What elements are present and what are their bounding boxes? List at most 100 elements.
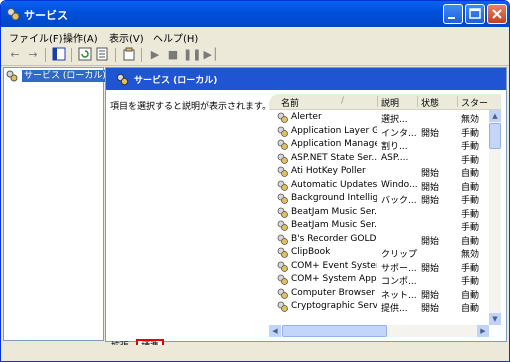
service-status: 開始 bbox=[421, 236, 440, 247]
service-name: Background Intellig... bbox=[291, 193, 377, 203]
service-status: 開始 bbox=[421, 290, 440, 301]
console-tree: サービス (ローカル) bbox=[3, 67, 108, 341]
pause-icon[interactable]: ❚❚ bbox=[183, 47, 201, 63]
service-gear-icon bbox=[277, 288, 288, 299]
scroll-right-icon[interactable]: ▶ bbox=[477, 325, 489, 337]
vertical-scrollbar[interactable]: ▲ ▼ bbox=[489, 110, 501, 325]
service-gear-icon bbox=[277, 180, 288, 191]
service-status: 開始 bbox=[421, 182, 440, 193]
export-list-icon[interactable] bbox=[95, 47, 111, 63]
table-row[interactable]: Ati HotKey Poller 開始 自動 bbox=[269, 165, 501, 179]
service-startup: 手動 bbox=[461, 277, 480, 287]
service-description: 提供... bbox=[381, 304, 408, 314]
table-row[interactable]: Automatic Updates Windo... 開始 自動 bbox=[269, 179, 501, 193]
stop-icon[interactable]: ■ bbox=[165, 47, 181, 63]
service-status: 開始 bbox=[421, 263, 440, 274]
restart-icon[interactable]: ▶│ bbox=[203, 47, 219, 63]
scroll-left-icon[interactable]: ◀ bbox=[269, 325, 281, 337]
forward-arrow-icon[interactable]: → bbox=[25, 47, 41, 63]
services-window: サービス ファイル(F) 操作(A) 表示(V) ヘルプ(H) ← → ▶ ■ … bbox=[0, 0, 510, 362]
service-startup: 無効 bbox=[461, 250, 480, 260]
table-row[interactable]: COM+ Event System サポー... 開始 手動 bbox=[269, 260, 501, 274]
properties-icon[interactable] bbox=[121, 47, 137, 63]
service-startup: 自動 bbox=[461, 290, 480, 301]
service-description: コンポ... bbox=[381, 277, 417, 287]
table-row[interactable]: Cryptographic Servi... 提供... 開始 自動 bbox=[269, 300, 501, 314]
start-icon[interactable]: ▶ bbox=[147, 47, 163, 63]
service-gear-icon bbox=[277, 234, 288, 245]
service-gear-icon bbox=[277, 301, 288, 312]
service-gear-icon bbox=[277, 139, 288, 150]
service-startup: 手動 bbox=[461, 128, 480, 139]
service-startup: 手動 bbox=[461, 263, 480, 274]
menu-file[interactable]: ファイル(F) bbox=[9, 30, 63, 45]
hscroll-thumb[interactable] bbox=[282, 325, 387, 337]
scroll-thumb[interactable] bbox=[489, 123, 501, 149]
table-row[interactable]: Application Layer G... インタ... 開始 手動 bbox=[269, 125, 501, 139]
service-startup: 手動 bbox=[461, 196, 480, 206]
close-icon bbox=[492, 9, 502, 19]
scroll-down-icon[interactable]: ▼ bbox=[489, 313, 501, 325]
menu-bar: ファイル(F) 操作(A) 表示(V) ヘルプ(H) bbox=[1, 27, 509, 45]
menu-action[interactable]: 操作(A) bbox=[63, 30, 98, 45]
service-description: クリップ... bbox=[381, 250, 417, 260]
service-name: ASP.NET State Ser... bbox=[291, 152, 377, 163]
service-status: 開始 bbox=[421, 169, 440, 179]
service-startup: 手動 bbox=[461, 142, 480, 152]
service-name: BeatJam Music Ser... bbox=[291, 206, 377, 217]
menu-help[interactable]: ヘルプ(H) bbox=[153, 30, 198, 45]
services-gear-icon bbox=[6, 70, 18, 82]
table-row[interactable]: COM+ System Appl... コンポ... 手動 bbox=[269, 273, 501, 287]
column-description[interactable]: 説明 bbox=[381, 96, 399, 109]
table-row[interactable]: BeatJam Music Ser... 手動 bbox=[269, 219, 501, 233]
service-startup: 自動 bbox=[461, 236, 480, 247]
refresh-icon[interactable] bbox=[77, 47, 93, 63]
service-description: 割り... bbox=[381, 142, 408, 152]
show-hide-tree-icon[interactable] bbox=[51, 47, 67, 63]
table-row[interactable]: ASP.NET State Ser... ASP.... 手動 bbox=[269, 152, 501, 166]
service-description: 選択... bbox=[381, 115, 408, 125]
service-name: Computer Browser bbox=[291, 287, 376, 298]
service-status: 開始 bbox=[421, 128, 440, 139]
service-gear-icon bbox=[277, 153, 288, 164]
table-row[interactable]: Computer Browser ネット... 開始 自動 bbox=[269, 287, 501, 301]
service-gear-icon bbox=[277, 166, 288, 177]
table-row[interactable]: B's Recorder GOLD... 開始 自動 bbox=[269, 233, 501, 247]
service-name: Alerter bbox=[291, 112, 322, 122]
column-status[interactable]: 状態 bbox=[421, 96, 439, 109]
service-name: COM+ System Appl... bbox=[291, 274, 377, 284]
service-gear-icon bbox=[277, 193, 288, 204]
service-gear-icon bbox=[277, 261, 288, 272]
service-startup: 自動 bbox=[461, 182, 480, 193]
service-name: Application Layer G... bbox=[291, 125, 377, 136]
minimize-icon bbox=[448, 17, 455, 19]
menu-view[interactable]: 表示(V) bbox=[109, 30, 144, 45]
column-name[interactable]: 名前 bbox=[281, 96, 299, 109]
services-gear-icon bbox=[116, 73, 129, 86]
scroll-up-icon[interactable]: ▲ bbox=[489, 110, 501, 122]
table-row[interactable]: ClipBook クリップ... 無効 bbox=[269, 246, 501, 260]
table-row[interactable]: Background Intellig... バック... 開始 手動 bbox=[269, 192, 501, 206]
pane-title: サービス (ローカル) bbox=[134, 76, 218, 86]
table-row[interactable]: BeatJam Music Ser... 手動 bbox=[269, 206, 501, 220]
maximize-button[interactable] bbox=[465, 4, 485, 24]
tree-node-label: サービス (ローカル) bbox=[22, 70, 108, 82]
back-arrow-icon[interactable]: ← bbox=[7, 47, 23, 63]
service-gear-icon bbox=[277, 274, 288, 285]
service-name: Cryptographic Servi... bbox=[291, 301, 377, 311]
service-gear-icon bbox=[277, 112, 288, 123]
minimize-button[interactable] bbox=[443, 4, 463, 24]
list-header: 名前 / 説明 状態 スター bbox=[269, 94, 501, 110]
close-button[interactable] bbox=[487, 4, 507, 24]
title-bar[interactable]: サービス bbox=[1, 1, 509, 27]
horizontal-scrollbar[interactable]: ◀ ▶ bbox=[269, 325, 489, 337]
service-startup: 手動 bbox=[461, 209, 480, 220]
column-startup[interactable]: スター bbox=[461, 96, 488, 109]
service-description: インタ... bbox=[381, 128, 417, 139]
services-list: 名前 / 説明 状態 スター Alerter 選択... 無効 Application… bbox=[269, 94, 501, 339]
table-row[interactable]: Application Manage... 割り... 手動 bbox=[269, 138, 501, 152]
service-description: ASP.... bbox=[381, 152, 409, 163]
service-name: ClipBook bbox=[291, 247, 331, 257]
table-row[interactable]: Alerter 選択... 無効 bbox=[269, 111, 501, 125]
service-description: サポー... bbox=[381, 263, 417, 274]
